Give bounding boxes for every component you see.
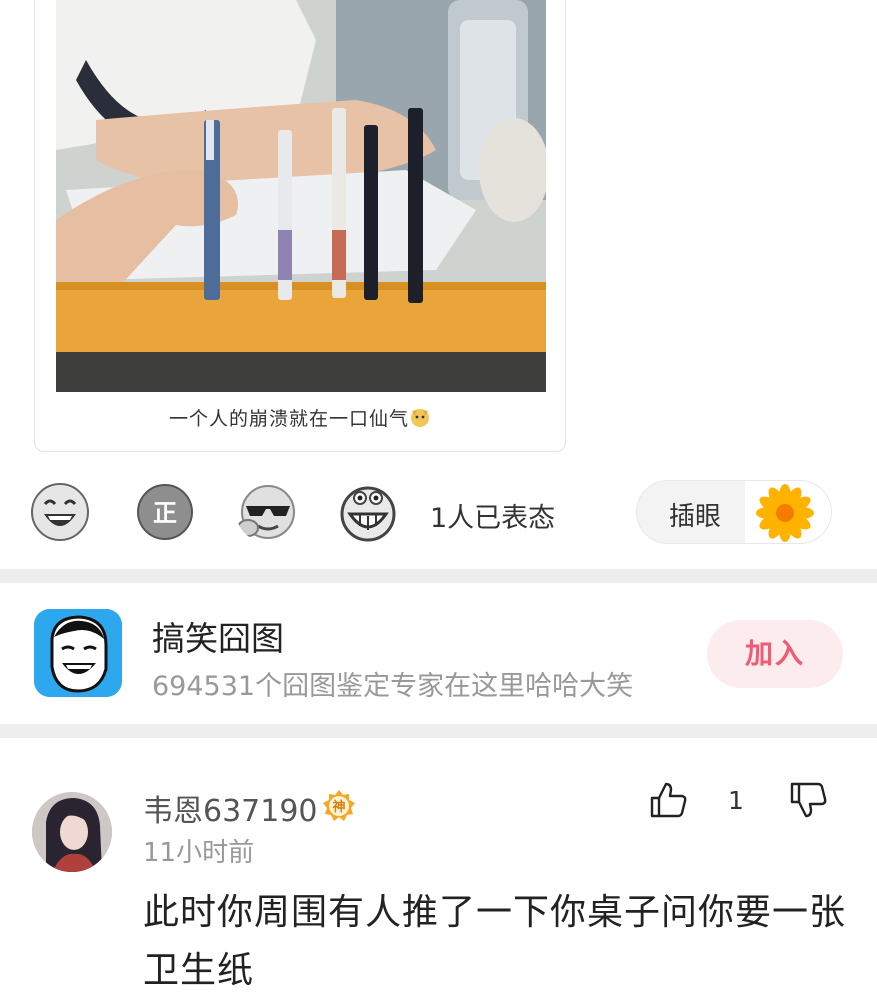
thumbs-down-icon[interactable] bbox=[788, 780, 828, 820]
god-comment-badge-icon: 神 bbox=[323, 790, 355, 821]
join-group-button[interactable]: 加入 bbox=[707, 620, 843, 688]
group-description: 694531个囧图鉴定专家在这里哈哈大笑 bbox=[152, 671, 634, 702]
zheng-badge-icon[interactable]: 正 bbox=[135, 482, 195, 542]
post-caption: 一个人的崩溃就在一口仙气 bbox=[34, 404, 566, 431]
like-count: 1 bbox=[728, 786, 744, 815]
sunglasses-face-icon[interactable] bbox=[236, 482, 296, 542]
meme-face-icon bbox=[34, 609, 122, 697]
eye-button-label: 插眼 bbox=[669, 502, 722, 532]
bookmark-eye-button[interactable]: 插眼 bbox=[636, 480, 832, 544]
comment-username[interactable]: 韦恩637190 bbox=[143, 786, 318, 830]
comment-text: 此时你周围有人推了一下你桌子问你要一张卫生纸 bbox=[143, 892, 847, 991]
comment-time: 11小时前 bbox=[143, 838, 255, 868]
section-divider bbox=[0, 724, 877, 738]
sunflower-icon bbox=[756, 484, 814, 542]
reaction-bar: 正 1人已表态 插眼 bbox=[0, 480, 877, 544]
grinning-face-icon[interactable] bbox=[338, 482, 398, 542]
svg-text:神: 神 bbox=[332, 799, 345, 815]
avatar[interactable] bbox=[32, 792, 112, 872]
post-photo[interactable] bbox=[56, 0, 546, 392]
svg-text:正: 正 bbox=[153, 499, 177, 527]
reaction-count: 1人已表态 bbox=[430, 503, 556, 534]
group-name[interactable]: 搞笑囧图 bbox=[152, 612, 284, 660]
section-divider bbox=[0, 569, 877, 583]
dog-face-emoji-icon bbox=[411, 409, 429, 427]
group-avatar[interactable] bbox=[34, 609, 122, 697]
thumbs-up-icon[interactable] bbox=[648, 780, 688, 820]
laughing-face-icon[interactable] bbox=[30, 482, 90, 542]
